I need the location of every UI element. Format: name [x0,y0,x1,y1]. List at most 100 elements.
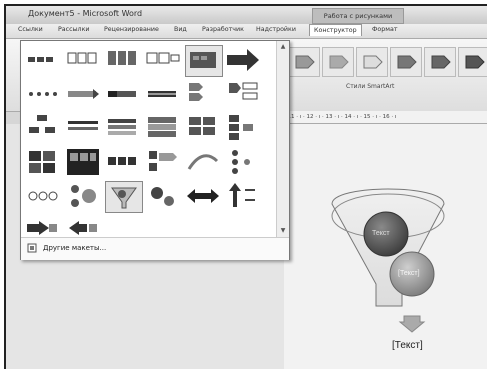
matrix-icon [29,151,55,173]
scroll-down-icon[interactable]: ▼ [279,227,287,235]
layout-picture-accent[interactable] [185,45,223,77]
layout-step-process[interactable] [65,79,101,109]
step-process-icon [68,89,99,99]
layout-opposing-arrows[interactable] [185,181,221,211]
layout-stacked-bars[interactable] [145,113,181,143]
smartart-style-2[interactable] [322,47,354,77]
arrow-list-icon [149,151,177,171]
tab-mailings[interactable]: Рассылки [58,26,89,33]
layout-circle-process[interactable] [25,181,61,211]
boxes-icon [67,52,97,64]
style-arrow-icon [329,55,349,69]
funnel-output-label[interactable]: [Текст] [392,340,423,351]
smartart-style-5[interactable] [424,47,456,77]
dot-tree-icon [232,150,250,174]
contextual-tab-group-title: Работа с рисунками SmartArt [312,8,404,34]
style-arrow-icon [397,55,417,69]
tab-addins[interactable]: Надстройки [256,26,296,33]
tab-design[interactable]: Конструктор [309,24,362,36]
smartart-style-4[interactable] [390,47,422,77]
opposing-arrows-icon [187,189,219,203]
layout-block-row[interactable] [105,147,141,177]
lined-list-icon [68,121,98,130]
style-arrow-icon [431,55,451,69]
gear-icon [151,187,174,206]
tab-review[interactable]: Рецензирование [104,26,159,33]
circle-cluster-icon [71,185,96,207]
more-layouts-label: Другие макеты... [43,244,107,252]
layout-segmented-process[interactable] [105,79,141,109]
style-arrow-icon [363,55,383,69]
stacked-icon [108,51,136,65]
table-list-icon [108,119,136,135]
layout-stacked-list[interactable] [105,45,141,75]
vertical-chevron-icon [229,82,258,100]
tab-format[interactable]: Формат [372,26,398,33]
dots-process-icon [29,92,57,96]
segmented-icon [108,91,136,97]
big-arrow-icon [227,49,259,71]
funnel-smartart-diagram[interactable] [284,124,487,369]
window-title: Документ5 - Microsoft Word [28,9,143,18]
smartart-style-3[interactable] [356,47,388,77]
stacked-bars-icon [148,117,176,137]
layout-lined-list[interactable] [65,113,101,143]
layout-gear[interactable] [145,181,181,211]
layout-basic-block-list[interactable] [25,45,61,75]
layout-funnel[interactable] [105,181,143,213]
more-layouts-icon [27,243,37,253]
smartart-styles-group-label: Стили SmartArt [346,83,395,90]
up-arrow-icon [229,183,255,207]
more-layouts-item[interactable]: Другие макеты... [21,237,289,260]
layout-grid-matrix[interactable] [185,113,221,143]
picture-accent-icon [190,52,216,68]
horizontal-ruler: · 11 · ı · 12 · ı · 13 · ı · 14 · ı · 15… [284,111,487,124]
layout-dotted-process[interactable] [25,79,61,109]
layouts-gallery [21,41,276,237]
ribbon-tabs: Ссылки Рассылки Рецензирование Вид Разра… [6,24,487,39]
layout-horizontal-bullet-list[interactable] [145,45,181,75]
style-arrow-icon [465,55,485,69]
circle-process-icon [28,191,58,201]
funnel-output-arrow-icon [398,315,426,333]
title-bar: Документ5 - Microsoft Word Работа с рису… [6,6,487,34]
layout-vertical-box-list[interactable] [65,45,101,75]
word-window: Документ5 - Microsoft Word Работа с рису… [4,4,487,369]
scroll-up-icon[interactable]: ▲ [279,43,287,51]
layout-dot-tree[interactable] [225,147,261,177]
smartart-layouts-dropdown: ▲ ▼ Другие макеты... [20,40,290,260]
layout-circle-cluster[interactable] [65,181,101,211]
picture-grid-icon [67,149,99,175]
layout-accent-process[interactable] [145,79,181,109]
gallery-scrollbar[interactable]: ▲ ▼ [276,41,289,237]
grid-matrix-icon [189,117,215,135]
tab-references[interactable]: Ссылки [18,26,43,33]
smartart-style-6[interactable] [458,47,487,77]
chevron-list-icon [189,83,203,101]
basic-blocks-icon [28,57,53,62]
smartart-style-1[interactable] [288,47,320,77]
tab-developer[interactable]: Разработчик [202,26,244,33]
bullet-list-icon [146,52,180,64]
tab-view[interactable]: Вид [174,26,187,33]
layout-table-list[interactable] [105,113,141,143]
layout-up-arrow[interactable] [225,181,261,211]
block-row-icon [108,157,136,165]
style-arrow-icon [295,55,315,69]
layout-arrow-list[interactable] [145,147,181,177]
layout-process-arrow[interactable] [225,45,261,75]
funnel-bottom-label: [Текст] [398,270,420,277]
accent-process-icon [148,91,176,97]
curved-process-icon [187,154,219,170]
layout-org-chart[interactable] [225,113,261,143]
layout-chevron-list[interactable] [185,79,221,109]
funnel-icon [111,187,137,209]
layout-vertical-chevron[interactable] [225,79,261,109]
funnel-center-label: Текст [372,230,390,237]
layout-curved-process[interactable] [185,147,221,177]
document-page[interactable]: Текст [Текст] [Текст] [284,124,487,369]
hierarchy-icon [29,115,55,133]
layout-matrix[interactable] [25,147,61,177]
layout-hierarchy[interactable] [25,113,61,143]
layout-picture-grid[interactable] [65,147,101,177]
